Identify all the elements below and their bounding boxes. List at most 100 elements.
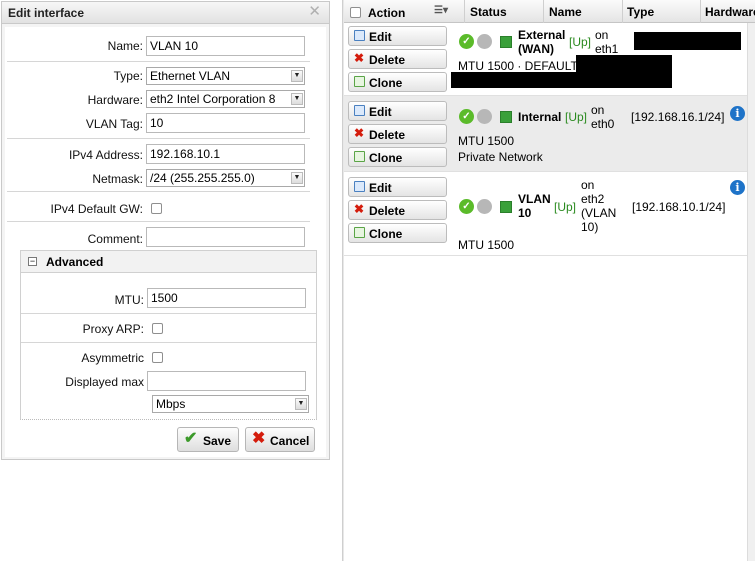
netmask-select-value: /24 (255.255.255.0) (150, 171, 255, 185)
close-icon[interactable]: ✕ (308, 4, 321, 20)
vertical-scrollbar[interactable] (747, 23, 755, 561)
interface-name: External (WAN) (518, 28, 565, 56)
edit-button[interactable]: Edit (348, 26, 447, 46)
dropdown-arrow-icon: ▼ (295, 398, 307, 410)
mtu-input[interactable]: 1500 (147, 288, 306, 308)
interfaces-grid: Action ☰▾ Status Name Type Hardware Edit… (344, 0, 755, 561)
status-badge: [Up] (554, 200, 577, 214)
port-line: eth0 (591, 117, 615, 131)
x-icon: ✖ (252, 430, 266, 447)
displayed-max-input[interactable] (147, 371, 306, 391)
netmask-select[interactable]: /24 (255.255.255.0) ▼ (146, 169, 305, 187)
unit-select[interactable]: Mbps ▼ (152, 395, 309, 413)
delete-button[interactable]: ✖ Delete (348, 49, 447, 69)
column-name-label: Name (549, 5, 582, 19)
column-hardware-label: Hardware (705, 5, 755, 19)
collapse-icon[interactable]: − (28, 257, 37, 266)
clone-button-label: Clone (369, 227, 403, 241)
clone-icon (354, 76, 365, 87)
column-status-label: Status (470, 5, 507, 19)
clone-icon (354, 151, 365, 162)
column-type[interactable]: Type (623, 0, 701, 23)
delete-icon: ✖ (354, 202, 365, 216)
column-menu-icon[interactable]: ☰▾ (434, 5, 448, 16)
interface-address: [192.168.10.1/24] (632, 200, 726, 214)
edit-button-label: Edit (369, 181, 392, 195)
clone-button[interactable]: Clone (348, 223, 447, 243)
select-all-checkbox[interactable] (350, 7, 361, 18)
type-label: Type: (113, 69, 143, 83)
redacted-block (576, 55, 672, 73)
dialog-body: Name: VLAN 10 Type: Ethernet VLAN ▼ Hard… (5, 27, 326, 457)
advanced-header[interactable]: − Advanced (21, 251, 316, 273)
table-row[interactable]: Edit ✖ Delete Clone ✓ External (WAN) [Up… (344, 23, 752, 96)
column-action-label: Action (368, 6, 406, 20)
ipv4-default-gw-checkbox[interactable] (151, 203, 162, 214)
proxy-arp-checkbox[interactable] (152, 323, 163, 334)
port-line: eth1 (595, 42, 619, 56)
name-input[interactable]: VLAN 10 (146, 36, 305, 56)
interface-name-line: (WAN) (518, 42, 554, 56)
mtu-info: MTU 1500 · DEFAULT (458, 59, 578, 73)
asymmetric-label: Asymmetric (81, 351, 144, 365)
save-button[interactable]: ✔ Save (177, 427, 239, 452)
interface-name-line: External (518, 28, 566, 42)
mtu-label: MTU: (114, 293, 144, 307)
cancel-button[interactable]: ✖ Cancel (245, 427, 315, 452)
delete-button[interactable]: ✖ Delete (348, 124, 447, 144)
dialog-header: Edit interface ✕ (2, 2, 329, 24)
column-action[interactable]: Action ☰▾ (344, 0, 465, 23)
divider (7, 191, 310, 192)
mtu-info: MTU 1500 (458, 134, 515, 148)
dialog-title: Edit interface (8, 6, 85, 20)
column-name[interactable]: Name (545, 0, 623, 23)
port-line: on (581, 178, 595, 192)
table-row[interactable]: Edit ✖ Delete Clone ✓ VLAN 10 [Up] on et… (344, 172, 752, 256)
status-grey-icon (477, 109, 492, 124)
interface-name-line: 10 (518, 206, 532, 220)
clone-button-label: Clone (369, 151, 403, 165)
save-button-label: Save (203, 434, 232, 448)
clone-button[interactable]: Clone (348, 72, 447, 92)
proxy-arp-label: Proxy ARP: (82, 322, 144, 336)
edit-icon (354, 181, 365, 192)
ipv4-address-input[interactable]: 192.168.10.1 (146, 144, 305, 164)
delete-icon: ✖ (354, 126, 365, 140)
column-hardware[interactable]: Hardware (701, 0, 755, 23)
interface-port: on eth2 (VLAN 10) (581, 178, 616, 234)
redacted-block (634, 32, 741, 50)
displayed-max-label: Displayed max (65, 375, 144, 389)
status-badge: [Up] (569, 35, 592, 49)
flag-icon (500, 36, 512, 48)
edit-button[interactable]: Edit (348, 177, 447, 197)
type-select-value: Ethernet VLAN (150, 69, 231, 83)
edit-icon (354, 30, 365, 41)
name-label: Name: (107, 39, 143, 53)
delete-button-label: Delete (369, 204, 406, 218)
delete-icon: ✖ (354, 51, 365, 65)
ipv4-address-label: IPv4 Address: (68, 148, 143, 162)
column-status[interactable]: Status (466, 0, 544, 23)
table-row[interactable]: Edit ✖ Delete Clone ✓ Internal [Up] on e… (344, 96, 752, 172)
type-select[interactable]: Ethernet VLAN ▼ (146, 67, 305, 85)
info-icon[interactable]: i (730, 180, 745, 195)
delete-button[interactable]: ✖ Delete (348, 200, 447, 220)
divider (7, 221, 310, 222)
interface-name-line: VLAN (518, 192, 551, 206)
dropdown-arrow-icon: ▼ (291, 172, 303, 184)
hardware-select[interactable]: eth2 Intel Corporation 8 ▼ (146, 90, 305, 108)
flag-icon (500, 201, 512, 213)
edit-button[interactable]: Edit (348, 101, 447, 121)
redacted-block (451, 72, 672, 88)
cancel-button-label: Cancel (270, 434, 310, 448)
asymmetric-checkbox[interactable] (152, 352, 163, 363)
clone-button[interactable]: Clone (348, 147, 447, 167)
interface-comment: Private Network (458, 150, 543, 164)
vlan-tag-input[interactable]: 10 (146, 113, 305, 133)
edit-interface-dialog: Edit interface ✕ Name: VLAN 10 Type: Eth… (1, 1, 330, 460)
hardware-label: Hardware: (87, 93, 143, 107)
interface-name: VLAN 10 (518, 192, 551, 220)
info-icon[interactable]: i (730, 106, 745, 121)
column-type-label: Type (627, 5, 655, 19)
comment-input[interactable] (146, 227, 305, 247)
